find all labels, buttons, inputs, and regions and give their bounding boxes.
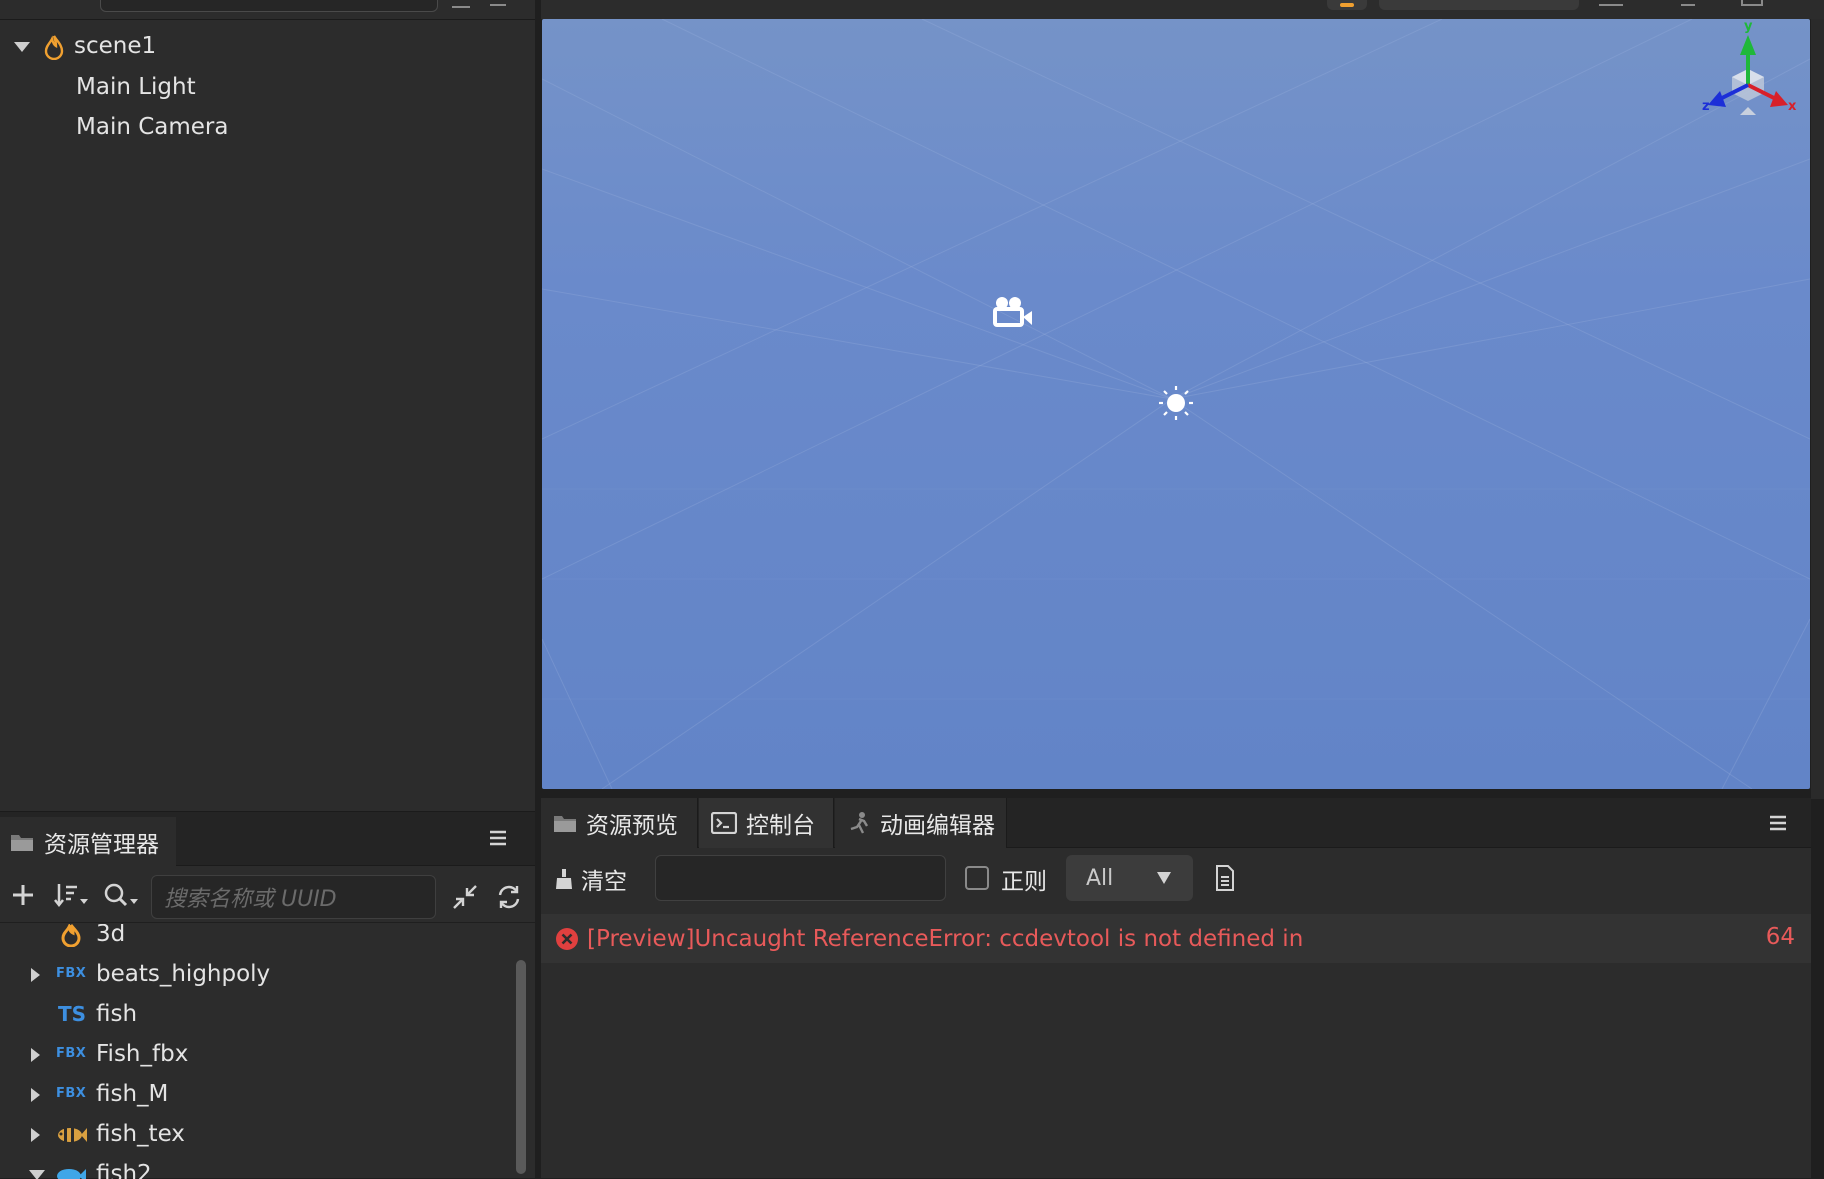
scene-toolbar <box>541 0 1824 19</box>
tab-label: 动画编辑器 <box>880 813 995 839</box>
tree-node-main-light[interactable]: Main Light <box>0 68 535 108</box>
list-item[interactable]: FBX fish_M <box>0 1075 515 1115</box>
scene-name-label: scene1 <box>74 33 157 59</box>
dropdown-arrow-icon <box>1157 872 1171 884</box>
list-item[interactable]: 3d <box>0 924 515 955</box>
expand-arrow-icon[interactable] <box>31 1088 40 1102</box>
log-message: [Preview]Uncaught ReferenceError: ccdevt… <box>587 925 1304 952</box>
log-level-select[interactable]: All <box>1066 855 1193 901</box>
asset-name: fish_tex <box>96 1121 185 1147</box>
clear-button[interactable]: 清空 <box>555 864 655 895</box>
axis-y-label: y <box>1744 19 1753 34</box>
log-count: 64 <box>1765 924 1795 950</box>
animation-runner-icon <box>850 812 869 834</box>
console-panel: 资源预览 控制台 动画编辑器 清空 正则 All [Preview]Uncaug… <box>541 798 1811 1178</box>
light-gizmo-icon[interactable] <box>1157 384 1195 422</box>
hierarchy-refresh-icon[interactable] <box>490 0 506 6</box>
asset-scrollbar-thumb[interactable] <box>516 960 526 1174</box>
tree-node-scene[interactable]: scene1 <box>0 27 535 67</box>
regex-label: 正则 <box>1001 869 1047 895</box>
node-label: Main Light <box>76 74 196 100</box>
folder-scene-icon <box>61 924 81 947</box>
fbx-icon: FBX <box>56 1086 87 1101</box>
expand-arrow-icon[interactable] <box>31 1128 40 1142</box>
axis-z-label: z <box>1702 99 1710 114</box>
hierarchy-toolbar <box>0 0 535 20</box>
expand-arrow-icon[interactable] <box>14 42 30 52</box>
prefab-fish-icon <box>57 1169 86 1179</box>
broom-icon <box>556 869 572 889</box>
asset-name: fish2 <box>96 1161 152 1179</box>
scene-tool-icon[interactable] <box>1599 0 1623 6</box>
camera-gizmo-icon[interactable] <box>992 295 1034 329</box>
list-item[interactable]: fish2 <box>0 1155 515 1179</box>
folder-icon <box>554 816 576 832</box>
asset-name: Fish_fbx <box>96 1041 189 1067</box>
folder-icon <box>11 834 33 851</box>
tab-label: 资源预览 <box>586 813 678 839</box>
scene-viewport[interactable]: y x z <box>542 19 1810 789</box>
list-item[interactable]: TS fish <box>0 995 515 1035</box>
axis-gizmo-icon[interactable] <box>1700 29 1796 125</box>
asset-search-input[interactable]: 搜索名称或 UUID <box>151 875 436 919</box>
error-icon <box>556 927 578 950</box>
axis-x-label: x <box>1788 99 1797 114</box>
scene-tool-icon-2[interactable] <box>1681 0 1695 6</box>
log-level-value: All <box>1086 865 1114 891</box>
collapse-icon[interactable] <box>450 882 480 912</box>
assets-tabbar: 资源管理器 <box>0 812 535 866</box>
scene-camera-select[interactable] <box>1379 0 1579 10</box>
typescript-icon: TS <box>58 1002 87 1026</box>
tab-label: 控制台 <box>746 813 815 839</box>
hierarchy-tool-icon[interactable] <box>452 0 470 8</box>
regex-checkbox[interactable] <box>965 866 989 890</box>
tab-asset-preview[interactable]: 资源预览 <box>541 798 698 848</box>
gizmo-toggle-button[interactable] <box>1327 0 1367 10</box>
menu-icon[interactable] <box>484 824 512 852</box>
asset-list: 3d FBX beats_highpoly TS fish FBX Fish_f… <box>0 924 515 1179</box>
hierarchy-panel: scene1 Main Light Main Camera <box>0 0 535 811</box>
asset-name: 3d <box>96 924 126 947</box>
assets-panel: 资源管理器 搜索名称或 UUID 3d FBX beats_highpoly T… <box>0 811 535 1179</box>
sort-icon[interactable] <box>52 880 90 910</box>
texture-fish-icon <box>58 1128 87 1142</box>
expand-arrow-icon[interactable] <box>31 1048 40 1062</box>
console-menu-icon[interactable] <box>1764 810 1792 836</box>
search-filter-icon[interactable] <box>102 880 142 910</box>
list-item[interactable]: FBX Fish_fbx <box>0 1035 515 1075</box>
clear-label: 清空 <box>581 869 627 895</box>
asset-name: beats_highpoly <box>96 961 271 987</box>
console-tabbar: 资源预览 控制台 动画编辑器 <box>541 798 1811 848</box>
asset-name: fish <box>96 1001 138 1027</box>
terminal-icon <box>711 812 737 834</box>
console-filter-input[interactable] <box>655 855 946 901</box>
add-icon[interactable] <box>8 880 38 910</box>
maximize-icon[interactable] <box>1741 0 1763 6</box>
list-item[interactable]: FBX beats_highpoly <box>0 955 515 995</box>
right-panel-edge <box>1811 19 1824 799</box>
refresh-icon[interactable] <box>494 882 524 912</box>
fbx-icon: FBX <box>56 1046 87 1061</box>
asset-name: fish_M <box>96 1081 169 1107</box>
list-item[interactable]: fish_tex <box>0 1115 515 1155</box>
tab-animation-editor[interactable]: 动画编辑器 <box>835 798 1007 848</box>
hierarchy-search-input[interactable] <box>100 0 438 12</box>
asset-search-placeholder: 搜索名称或 UUID <box>164 887 337 912</box>
scene-fire-icon <box>44 35 64 60</box>
log-entry-error[interactable]: [Preview]Uncaught ReferenceError: ccdevt… <box>541 914 1811 963</box>
tab-assets-label: 资源管理器 <box>44 831 159 858</box>
node-label: Main Camera <box>76 114 229 140</box>
fbx-icon: FBX <box>56 966 87 981</box>
tab-console[interactable]: 控制台 <box>699 798 834 848</box>
expand-arrow-icon[interactable] <box>31 968 40 982</box>
open-log-file-icon[interactable] <box>1211 862 1239 894</box>
tree-node-main-camera[interactable]: Main Camera <box>0 108 535 148</box>
tab-assets[interactable]: 资源管理器 <box>0 817 176 866</box>
